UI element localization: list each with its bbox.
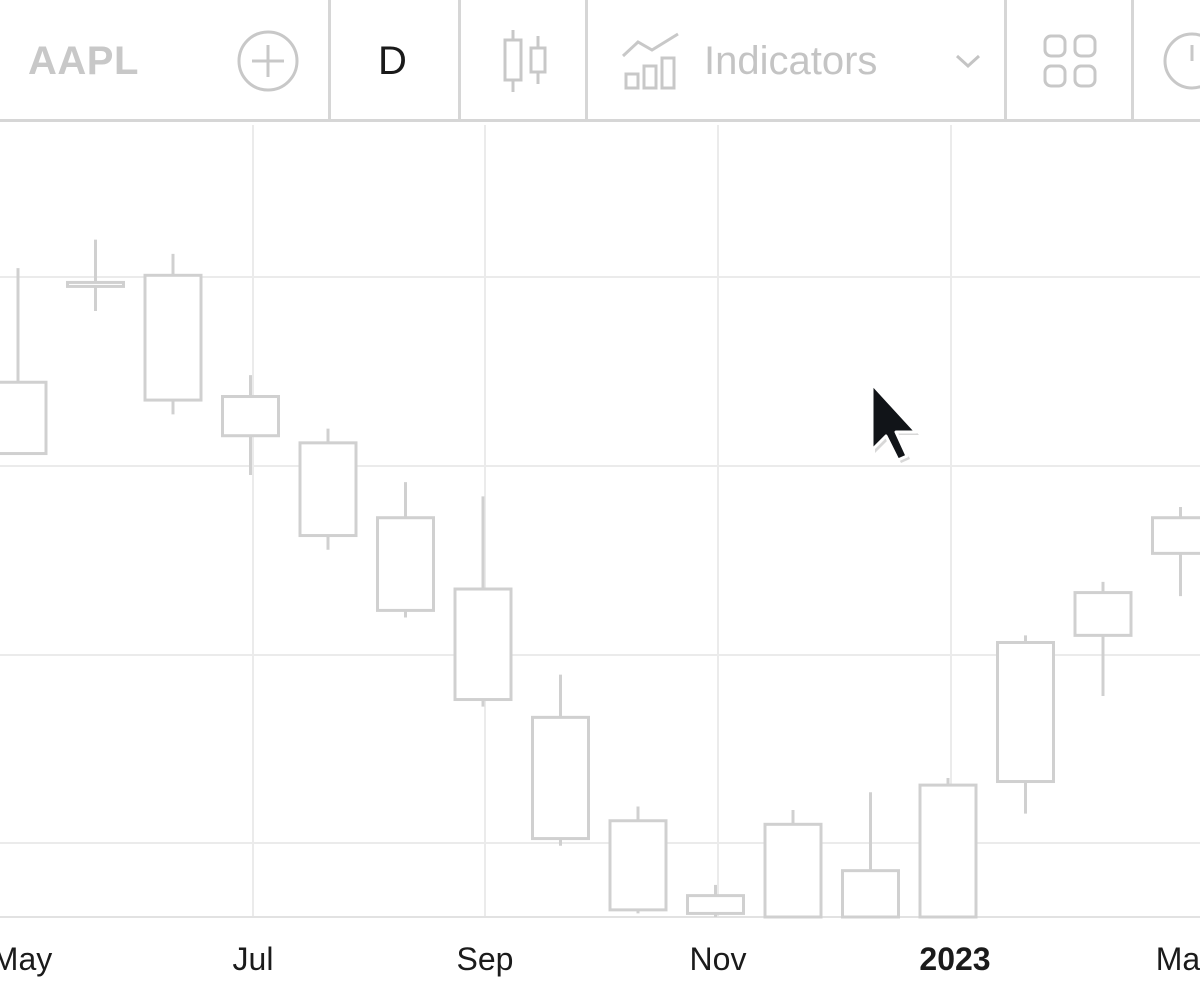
time-axis-label: May — [0, 941, 52, 977]
candle-body — [608, 819, 668, 912]
candlestick-icon — [503, 30, 547, 92]
toolbar-divider — [328, 0, 331, 122]
candle-body — [918, 783, 978, 919]
price-chart[interactable]: May Jul Sep Nov 2023 Ma — [0, 125, 1200, 1000]
chart-grid — [0, 125, 1200, 918]
candle — [66, 239, 125, 311]
chart-type-button[interactable] — [500, 0, 550, 122]
candle-body — [1151, 516, 1200, 555]
candle-body — [1073, 591, 1133, 637]
candle-body — [143, 273, 203, 402]
candle — [996, 635, 1055, 814]
indicators-dropdown-button[interactable] — [954, 0, 982, 122]
candle — [608, 806, 668, 914]
symbol-label[interactable]: AAPL — [28, 0, 139, 122]
candle-body — [531, 715, 590, 841]
clock-icon — [1163, 32, 1200, 90]
layout-grid-icon — [1043, 34, 1097, 88]
candle-body — [0, 380, 48, 456]
candle — [1151, 507, 1200, 597]
time-axis-label: Nov — [690, 941, 747, 977]
candle-body — [221, 395, 280, 438]
toolbar-divider — [1131, 0, 1134, 122]
candle — [143, 253, 203, 415]
add-symbol-button[interactable] — [236, 0, 300, 122]
plus-circle-icon — [237, 30, 299, 92]
interval-button[interactable]: D — [378, 0, 407, 122]
time-axis: May Jul Sep Nov 2023 Ma — [0, 941, 1200, 977]
toolbar-divider — [458, 0, 461, 122]
indicators-chart-icon[interactable] — [620, 0, 682, 122]
candle — [686, 884, 745, 917]
candle — [453, 496, 513, 707]
candle — [1073, 581, 1133, 696]
candle-body — [996, 640, 1055, 784]
candle — [298, 428, 358, 550]
candle-body — [66, 280, 125, 288]
chevron-down-icon — [955, 54, 981, 69]
candle — [763, 810, 823, 919]
candle-body — [841, 869, 900, 919]
replay-button[interactable] — [1162, 0, 1200, 122]
time-axis-label: Jul — [233, 941, 274, 977]
candle — [221, 375, 280, 475]
toolbar-divider — [585, 0, 588, 122]
candlestick-series — [0, 239, 1200, 919]
candle-body — [763, 822, 823, 919]
time-axis-label: 2023 — [919, 941, 990, 977]
candle-body — [376, 516, 435, 612]
indicators-button[interactable]: Indicators — [704, 0, 877, 122]
time-axis-label: Sep — [457, 941, 514, 977]
candle — [0, 268, 48, 456]
layout-button[interactable] — [1042, 0, 1098, 122]
chart-toolbar: AAPL D Indicators — [0, 0, 1200, 122]
candle — [918, 777, 978, 919]
candle-body — [298, 441, 358, 538]
candle — [841, 792, 900, 919]
candle — [376, 482, 435, 618]
candle-body — [453, 587, 513, 702]
mouse-cursor-icon — [870, 382, 919, 463]
toolbar-divider — [1004, 0, 1007, 122]
candle-body — [686, 894, 745, 915]
candle — [531, 674, 590, 846]
time-axis-label: Ma — [1156, 941, 1200, 977]
